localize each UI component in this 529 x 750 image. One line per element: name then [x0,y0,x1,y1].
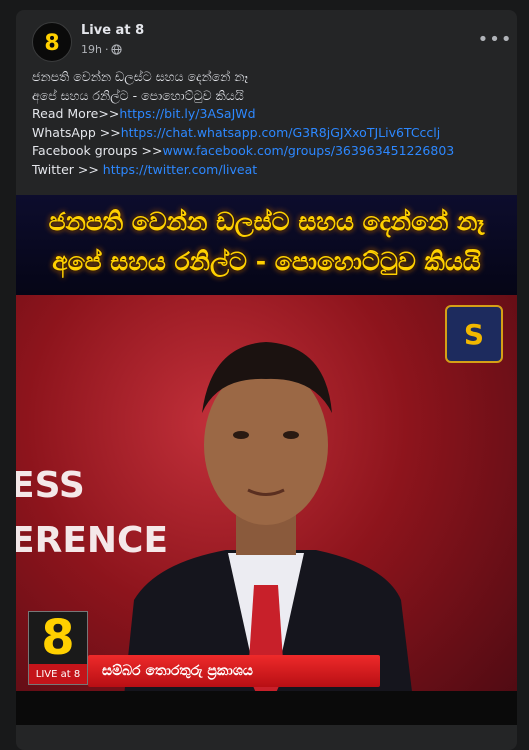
post-card: 8 Live at 8 19h · ••• ජනපති වෙන්න ඩලස්ට … [16,10,517,750]
svg-text:8: 8 [44,31,59,56]
whatsapp-prefix: WhatsApp >> [32,124,121,140]
read-more-prefix: Read More>> [32,106,120,121]
page-avatar[interactable]: 8 [32,22,72,62]
headline-band: ජනපති වෙන්න ඩලස්ට සහය දෙන්නේ නෑ අපේ සහය … [16,195,517,295]
whatsapp-link[interactable]: https://chat.whatsapp.com/G3R8jGJXxoTJLi… [121,125,441,140]
channel-badge-icon: S [445,305,503,363]
read-more-link[interactable]: https://bit.ly/3ASaJWd [119,106,255,121]
post-header: 8 Live at 8 19h · ••• [32,22,511,66]
post-meta: 19h · [81,43,123,56]
backdrop-text-1: ESS [16,465,85,506]
page-name[interactable]: Live at 8 [81,23,144,38]
image-headline-2: අපේ සහය රනිල්ට - පොහොට්ටුව කියයි [52,247,481,276]
bottom-strip [16,691,517,725]
twitter-line: Twitter >> https://twitter.com/liveat [32,161,502,180]
logo-number: 8 [41,610,75,666]
post-body: ජනපති වෙන්න ඩලස්ට සහය දෙන්නේ නෑ අපේ සහය … [32,68,502,179]
logo-label: LIVE at 8 [29,664,87,684]
facebook-groups-prefix: Facebook groups >> [32,143,163,158]
read-more-line: Read More>>https://bit.ly/3ASaJWd [32,105,502,124]
globe-icon [111,44,123,55]
post-image[interactable]: ජනපති වෙන්න ඩලස්ට සහය දෙන්නේ නෑ අපේ සහය … [16,195,517,725]
meta-separator: · [104,43,109,56]
facebook-groups-line: Facebook groups >>www.facebook.com/group… [32,142,502,161]
post-line-headline-1: ජනපති වෙන්න ඩලස්ට සහය දෙන්නේ නෑ [32,69,248,84]
post-timestamp[interactable]: 19h [81,43,102,56]
whatsapp-line: WhatsApp >>https://chat.whatsapp.com/G3R… [32,124,502,143]
facebook-groups-link[interactable]: www.facebook.com/groups/363963451226803 [162,143,454,158]
more-options-icon[interactable]: ••• [478,26,512,52]
image-headline-1: ජනපති වෙන්න ඩලස්ට සහය දෙන්නේ නෑ [48,207,485,236]
live-at-8-logo-icon: 8 [44,31,59,56]
twitter-link[interactable]: https://twitter.com/liveat [103,162,257,177]
live-at-8-logo: 8 LIVE at 8 [28,610,88,685]
press-conference-photo: ESS ERENCE S 8 LIVE at 8 සම්බර තොරතුරු ප… [16,295,517,725]
backdrop-text-2: ERENCE [16,520,169,561]
twitter-prefix: Twitter >> [32,161,103,177]
post-line-headline-2: අපේ සහය රනිල්ට - පොහොට්ටුව කියයි [32,87,244,103]
lower-third-caption: සම්බර තොරතුරු ප්‍රකාශය [88,655,380,687]
